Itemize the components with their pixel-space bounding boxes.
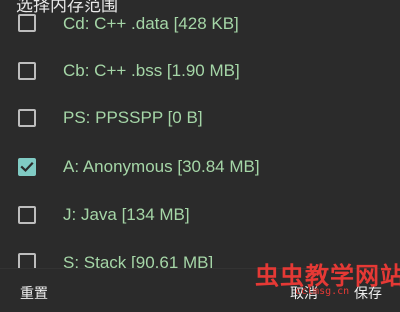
- list-item-label: J: Java [134 MB]: [63, 205, 190, 224]
- list-item[interactable]: Cb: C++ .bss [1.90 MB]: [0, 48, 400, 96]
- checkbox-checked[interactable]: [18, 158, 36, 176]
- checkbox[interactable]: [18, 109, 36, 127]
- dialog-footer: 重置 取消 保存: [0, 268, 400, 312]
- save-button[interactable]: 保存: [354, 283, 382, 303]
- list-item-label: PS: PPSSPP [0 B]: [63, 108, 203, 127]
- memory-range-list[interactable]: Cd: C++ .data [428 KB] Cb: C++ .bss [1.9…: [0, 0, 400, 268]
- checkbox[interactable]: [18, 206, 36, 224]
- list-item-label: A: Anonymous [30.84 MB]: [63, 157, 260, 176]
- checkmark-icon: [20, 161, 34, 173]
- dialog-title: 选择内存范围: [16, 0, 118, 16]
- list-item[interactable]: A: Anonymous [30.84 MB]: [0, 143, 400, 191]
- list-item-label: Cb: C++ .bss [1.90 MB]: [63, 61, 240, 80]
- list-item[interactable]: J: Java [134 MB]: [0, 191, 400, 239]
- checkbox[interactable]: [18, 253, 36, 268]
- list-item[interactable]: PS: PPSSPP [0 B]: [0, 94, 400, 142]
- memory-range-dialog: Cd: C++ .data [428 KB] Cb: C++ .bss [1.9…: [0, 0, 400, 312]
- cancel-button[interactable]: 取消: [290, 283, 318, 303]
- list-item[interactable]: S: Stack [90.61 MB]: [0, 239, 400, 268]
- checkbox[interactable]: [18, 62, 36, 80]
- reset-button[interactable]: 重置: [20, 283, 48, 303]
- list-item-label: S: Stack [90.61 MB]: [63, 253, 214, 268]
